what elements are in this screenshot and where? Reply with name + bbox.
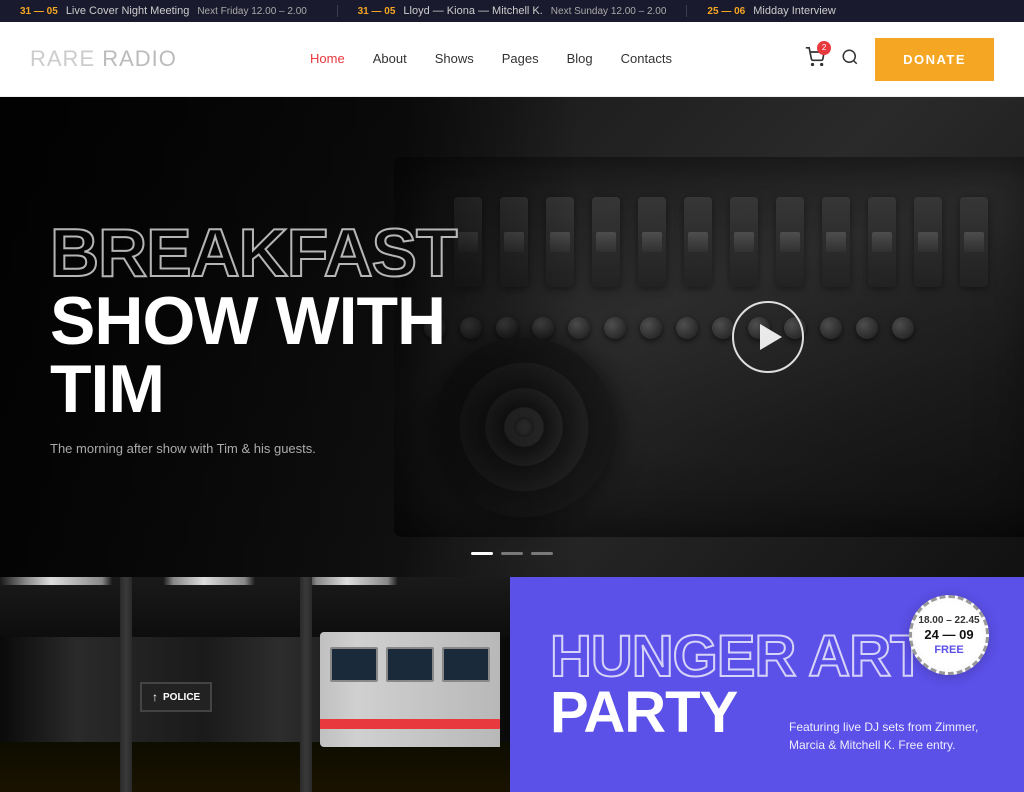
hero-title-line2: SHOW WITH TIM	[50, 287, 530, 423]
ticker-title-3: Midday Interview	[753, 5, 836, 17]
subway-train	[320, 632, 500, 747]
knob-14	[892, 317, 914, 339]
ticker-title-1: Live Cover Night Meeting	[66, 5, 190, 17]
fader-10	[868, 197, 896, 287]
hero-subtitle: The morning after show with Tim & his gu…	[50, 441, 530, 456]
nav-item-home[interactable]: Home	[310, 50, 345, 68]
nav-link-about[interactable]: About	[373, 51, 407, 66]
hero-content: BREAKFAST SHOW WITH TIM The morning afte…	[0, 97, 580, 577]
ticker-time-1: Next Friday 12.00 – 2.00	[197, 6, 307, 17]
knob-6	[604, 317, 626, 339]
train-windows	[330, 647, 490, 682]
fader-7	[730, 197, 758, 287]
tunnel-ceiling	[0, 577, 510, 637]
fader-11	[914, 197, 942, 287]
train-window-1	[330, 647, 378, 682]
nav-link-blog[interactable]: Blog	[567, 51, 593, 66]
nav-right: 2 DONATE	[805, 38, 994, 81]
train-stripe	[320, 719, 500, 729]
train-window-2	[386, 647, 434, 682]
ticker-date-1: 31 — 05	[20, 6, 58, 17]
police-sign-arrow: ↑	[152, 690, 158, 704]
nav-links: Home About Shows Pages Blog Contacts	[310, 50, 672, 68]
ticker-bar: 31 — 05 Live Cover Night Meeting Next Fr…	[0, 0, 1024, 22]
fader-12	[960, 197, 988, 287]
cart-icon[interactable]: 2	[805, 47, 825, 72]
fader-8	[776, 197, 804, 287]
fader-6	[684, 197, 712, 287]
hero-title-line1: BREAKFAST	[50, 219, 530, 287]
slider-dot-2[interactable]	[501, 552, 523, 555]
ticker-date-3: 25 — 06	[707, 6, 745, 17]
logo-bold: RARE	[30, 46, 95, 71]
ticker-item-2: 31 — 05 Lloyd — Kiona — Mitchell K. Next…	[338, 5, 688, 17]
event-description: Featuring live DJ sets from Zimmer, Marc…	[789, 718, 989, 754]
slider-dot-3[interactable]	[531, 552, 553, 555]
nav-link-home[interactable]: Home	[310, 51, 345, 66]
donate-button[interactable]: DONATE	[875, 38, 994, 81]
stamp-free: FREE	[934, 644, 963, 656]
subway-column-left	[120, 577, 132, 792]
fader-4	[592, 197, 620, 287]
ticker-item-3: 25 — 06 Midday Interview	[687, 5, 1024, 17]
event-panel: 18.00 – 22.45 24 — 09 FREE HUNGER ART PA…	[510, 577, 1024, 792]
navbar: RARE RADIO Home About Shows Pages Blog C…	[0, 22, 1024, 97]
logo-light: RADIO	[95, 46, 177, 71]
nav-item-about[interactable]: About	[373, 50, 407, 68]
cart-badge: 2	[817, 41, 831, 55]
nav-link-shows[interactable]: Shows	[435, 51, 474, 66]
nav-link-contacts[interactable]: Contacts	[621, 51, 672, 66]
fader-9	[822, 197, 850, 287]
stamp-date: 24 — 09	[924, 627, 973, 642]
fader-5	[638, 197, 666, 287]
nav-item-contacts[interactable]: Contacts	[621, 50, 672, 68]
event-stamp-badge: 18.00 – 22.45 24 — 09 FREE	[909, 595, 989, 675]
hero-section: BREAKFAST SHOW WITH TIM The morning afte…	[0, 97, 1024, 577]
police-sign: ↑ POLICE	[140, 682, 212, 712]
ceiling-light-strip	[0, 577, 510, 585]
nav-item-shows[interactable]: Shows	[435, 50, 474, 68]
knob-7	[640, 317, 662, 339]
ticker-item-1: 31 — 05 Live Cover Night Meeting Next Fr…	[0, 5, 338, 17]
hero-title: BREAKFAST SHOW WITH TIM	[50, 219, 530, 423]
ticker-date-2: 31 — 05	[358, 6, 396, 17]
ticker-time-2: Next Sunday 12.00 – 2.00	[551, 6, 667, 17]
play-triangle-icon	[760, 324, 782, 350]
logo[interactable]: RARE RADIO	[30, 46, 177, 72]
subway-panel: ↑ POLICE	[0, 577, 510, 792]
ticker-title-2: Lloyd — Kiona — Mitchell K.	[403, 5, 542, 17]
train-window-3	[442, 647, 490, 682]
bottom-section: ↑ POLICE 18.00 – 22.45 24 — 09 FREE HUNG…	[0, 577, 1024, 792]
stamp-time: 18.00 – 22.45	[918, 614, 979, 627]
knob-12	[820, 317, 842, 339]
nav-link-pages[interactable]: Pages	[502, 51, 539, 66]
knob-13	[856, 317, 878, 339]
police-sign-label: POLICE	[163, 692, 200, 703]
tunnel-floor	[0, 742, 510, 792]
subway-column-right	[300, 577, 312, 792]
slider-dot-1[interactable]	[471, 552, 493, 555]
knob-9	[712, 317, 734, 339]
nav-item-pages[interactable]: Pages	[502, 50, 539, 68]
slider-dots	[471, 552, 553, 555]
search-icon[interactable]	[841, 48, 859, 71]
nav-item-blog[interactable]: Blog	[567, 50, 593, 68]
knob-8	[676, 317, 698, 339]
play-button[interactable]	[732, 301, 804, 373]
